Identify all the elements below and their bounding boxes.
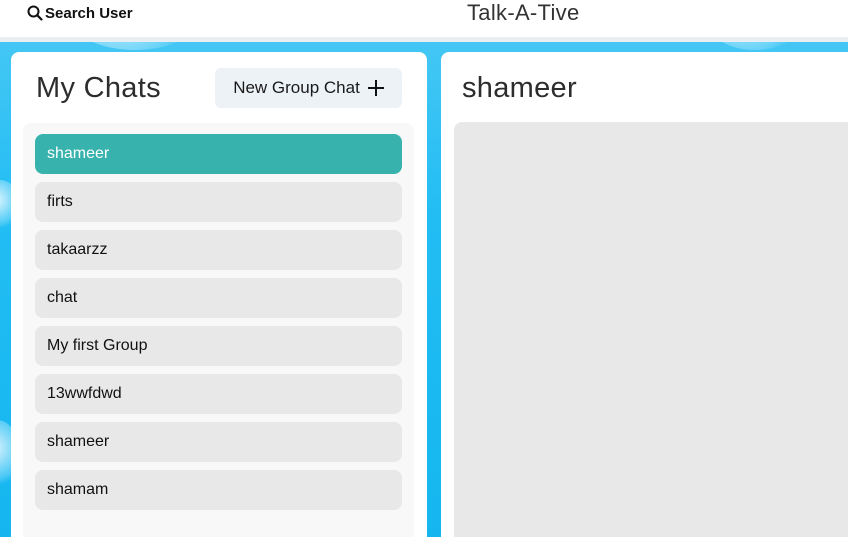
header-bar: Search User Talk-A-Tive (0, 0, 848, 37)
chat-list: shameer firts takaarzz chat My first Gro… (35, 134, 402, 518)
new-group-chat-label: New Group Chat (233, 78, 360, 97)
my-chats-title: My Chats (36, 72, 161, 104)
header-divider (0, 37, 848, 42)
search-user-label: Search User (45, 4, 133, 22)
chat-window-title: shameer (462, 72, 577, 104)
chat-list-item[interactable]: chat (35, 278, 402, 318)
chat-list-item[interactable]: firts (35, 182, 402, 222)
chat-list-item[interactable]: shamam (35, 470, 402, 510)
search-icon (27, 5, 43, 21)
search-user-button[interactable]: Search User (27, 0, 133, 26)
chat-list-container: shameer firts takaarzz chat My first Gro… (23, 123, 414, 537)
my-chats-panel: My Chats New Group Chat shameer firts ta… (11, 52, 427, 537)
chat-list-item[interactable]: shameer (35, 134, 402, 174)
chat-list-item[interactable]: My first Group (35, 326, 402, 366)
new-group-chat-button[interactable]: New Group Chat (215, 68, 402, 108)
chat-window-panel: shameer (441, 52, 848, 537)
chat-list-item[interactable]: 13wwfdwd (35, 374, 402, 414)
messages-area[interactable] (454, 122, 848, 537)
plus-icon (367, 80, 384, 96)
app-title: Talk-A-Tive (467, 0, 580, 25)
chat-list-item[interactable]: takaarzz (35, 230, 402, 270)
chat-list-item[interactable]: shameer (35, 422, 402, 462)
